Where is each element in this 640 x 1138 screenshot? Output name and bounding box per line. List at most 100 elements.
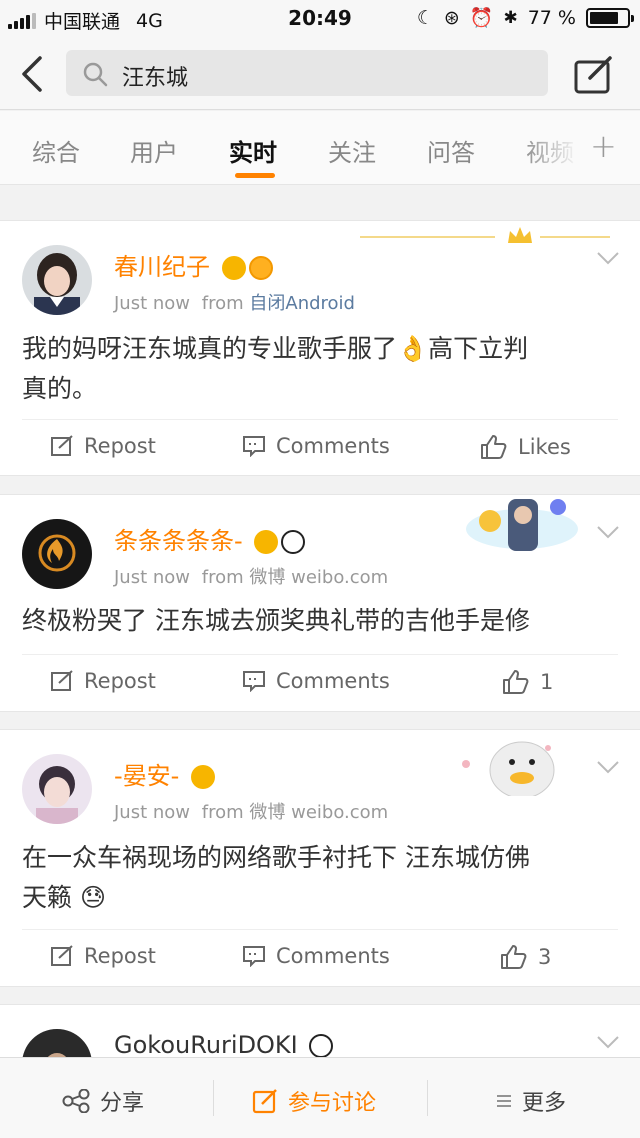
comments-button[interactable]: Comments: [242, 944, 390, 968]
back-button[interactable]: [18, 54, 48, 94]
chevron-down-icon[interactable]: [596, 251, 620, 265]
avatar-frame-decoration: [462, 741, 555, 796]
avatar[interactable]: [22, 245, 92, 315]
crown-decoration: [360, 227, 610, 243]
repost-button[interactable]: Repost: [50, 944, 156, 968]
comment-icon: [243, 436, 265, 457]
edit-icon: [252, 1089, 277, 1114]
search-query: 汪东城: [122, 66, 189, 91]
post-actions: Repost Comments 3: [22, 929, 618, 987]
menu-icon: [497, 1095, 511, 1107]
vip-level-icon: [248, 256, 273, 280]
panda-icon: [281, 530, 306, 554]
divider: [427, 1080, 428, 1116]
more-button[interactable]: 更多: [496, 1085, 566, 1117]
thumbs-up-icon: [481, 435, 507, 459]
post-text-line: 我的妈呀汪东城真的专业歌手服了👌高下立判: [22, 334, 529, 363]
post-time: Just now: [114, 293, 191, 314]
post-source[interactable]: 自闭Android: [249, 293, 355, 314]
share-label: 分享: [100, 1091, 145, 1116]
username[interactable]: 春川纪子: [114, 253, 210, 281]
top-nav: 汪东城: [0, 38, 640, 110]
divider: [213, 1080, 214, 1116]
likes-count: 1: [540, 670, 554, 694]
join-discussion-button[interactable]: 参与讨论: [252, 1085, 376, 1117]
moon-icon: ☾: [416, 6, 434, 29]
share-button[interactable]: 分享: [62, 1085, 144, 1117]
post-card: 条条条条条- Just now from 微博 weibo.com 终极粉哭了 …: [0, 494, 640, 712]
bottom-action-bar: 分享 参与讨论 更多: [0, 1057, 640, 1138]
search-input[interactable]: 汪东城: [66, 50, 548, 96]
battery-percent: 77 %: [527, 6, 576, 29]
search-icon: [83, 62, 108, 87]
panda-icon: [309, 1034, 334, 1058]
compose-icon: [574, 56, 612, 94]
likes-count: 3: [538, 945, 552, 969]
more-label: 更多: [522, 1091, 567, 1116]
repost-icon: [51, 945, 73, 966]
comments-label: Comments: [276, 669, 390, 693]
post-source[interactable]: 微博 weibo.com: [249, 567, 388, 588]
post-source[interactable]: 微博 weibo.com: [249, 802, 388, 823]
like-button[interactable]: 1: [502, 669, 553, 695]
repost-label: Repost: [84, 434, 156, 458]
alarm-icon: ⏰: [469, 7, 494, 29]
post-meta: Just now from 微博 weibo.com: [114, 563, 388, 589]
post-card: GokouRuriDOKI: [0, 1004, 640, 1099]
avatar[interactable]: [22, 519, 92, 589]
post-text: 在一众车祸现场的网络歌手衬托下 汪东城仿佛 天籁 😓: [22, 838, 620, 918]
comments-label: Comments: [276, 944, 390, 968]
username[interactable]: GokouRuriDOKI: [114, 1031, 298, 1059]
join-discussion-label: 参与讨论: [288, 1091, 377, 1116]
tab-qa[interactable]: 问答: [427, 133, 475, 168]
thumbs-up-icon: [501, 945, 527, 969]
like-button[interactable]: 3: [500, 944, 551, 970]
repost-label: Repost: [84, 669, 156, 693]
post-time: Just now: [114, 567, 191, 588]
comments-button[interactable]: Comments: [242, 434, 390, 458]
comments-button[interactable]: Comments: [242, 669, 390, 693]
post-card: 春川纪子 Just now from 自闭Android 我的妈呀汪东城真的专业…: [0, 220, 640, 476]
repost-icon: [51, 670, 73, 691]
bluetooth-icon: ✱: [503, 7, 518, 28]
post-meta: Just now from 自闭Android: [114, 289, 355, 315]
likes-label: Likes: [518, 435, 571, 459]
add-tab-button[interactable]: +: [590, 127, 617, 165]
tab-realtime[interactable]: 实时: [229, 133, 277, 168]
compose-button[interactable]: [574, 56, 614, 94]
repost-icon: [51, 435, 73, 456]
status-bar: 中国联通 4G 20:49 ☾ ⊛ ⏰ ✱ 77 %: [0, 0, 640, 38]
comment-icon: [243, 671, 265, 692]
post-text-line: 在一众车祸现场的网络歌手衬托下 汪东城仿佛: [22, 843, 530, 872]
post-actions: Repost Comments 1: [22, 654, 618, 712]
username[interactable]: -晏安-: [114, 762, 179, 790]
share-icon: [62, 1089, 90, 1113]
post-text-line: 天籁 😓: [22, 883, 107, 912]
filter-tabs: 综合 用户 实时 关注 问答 视频 +: [0, 111, 640, 185]
chevron-down-icon[interactable]: [596, 1035, 620, 1049]
tab-comprehensive[interactable]: 综合: [32, 133, 80, 168]
from-label: from: [201, 802, 244, 823]
post-card: -晏安- Just now from 微博 weibo.com 在一众车祸现场的…: [0, 729, 640, 987]
avatar[interactable]: [22, 754, 92, 824]
username[interactable]: 条条条条条-: [114, 527, 243, 555]
thumbs-up-icon: [503, 670, 529, 694]
chevron-down-icon[interactable]: [596, 760, 620, 774]
member-crown-icon: [221, 256, 246, 280]
post-text: 我的妈呀汪东城真的专业歌手服了👌高下立判 真的。: [22, 329, 620, 409]
tab-following[interactable]: 关注: [328, 133, 376, 168]
repost-button[interactable]: Repost: [50, 669, 156, 693]
from-label: from: [201, 567, 244, 588]
post-actions: Repost Comments Likes: [22, 419, 618, 477]
tab-users[interactable]: 用户: [130, 133, 178, 168]
post-meta: Just now from 微博 weibo.com: [114, 798, 388, 824]
like-button[interactable]: Likes: [480, 434, 571, 460]
comments-label: Comments: [276, 434, 390, 458]
battery-icon: [586, 7, 634, 28]
chevron-down-icon[interactable]: [596, 525, 620, 539]
post-text-line: 真的。: [22, 374, 98, 403]
avatar-frame-decoration: [466, 499, 578, 551]
repost-button[interactable]: Repost: [50, 434, 156, 458]
orientation-lock-icon: ⊛: [443, 6, 460, 29]
post-text-line: 终极粉哭了 汪东城去颁奖典礼带的吉他手是修: [22, 606, 530, 635]
